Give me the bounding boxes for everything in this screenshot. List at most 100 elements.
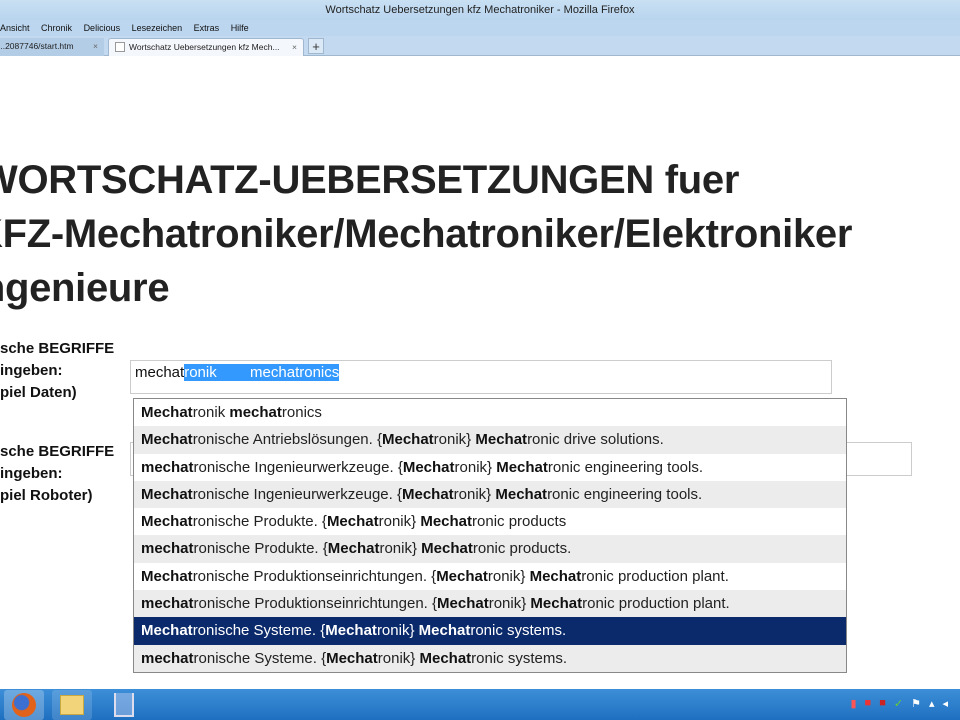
match-text: mechat bbox=[229, 404, 282, 421]
match-text: mechat bbox=[141, 595, 194, 613]
match-text: mechat bbox=[141, 458, 194, 476]
match-text: Mechat bbox=[141, 431, 193, 449]
suggestion-text: ronik} bbox=[376, 622, 419, 640]
match-text: Mechat bbox=[327, 540, 380, 558]
suggestion-text: ronische Antriebslösungen. { bbox=[192, 431, 382, 449]
suggestion-item[interactable]: Mechatronik mechatronics bbox=[134, 399, 846, 426]
match-text: Mechat bbox=[326, 649, 378, 667]
match-text: Mechat bbox=[529, 567, 582, 585]
tab-label: Wortschatz Uebersetzungen kfz Mech... bbox=[129, 42, 280, 52]
tab-bar: ...2087746/start.htm × Wortschatz Ueberse… bbox=[0, 36, 960, 56]
tab-wortschatz[interactable]: Wortschatz Uebersetzungen kfz Mech... × bbox=[108, 38, 304, 56]
match-text: Mechat bbox=[418, 622, 471, 640]
suggestion-text: ronic engineering tools. bbox=[547, 458, 704, 476]
suggestion-text: ronische Produktionseinrichtungen. { bbox=[192, 567, 437, 585]
match-text: Mechat bbox=[530, 595, 583, 613]
flag-icon[interactable]: ⚑ bbox=[911, 697, 921, 710]
typed-text: mechat bbox=[135, 364, 185, 381]
suggestion-text: ronic products bbox=[472, 513, 567, 531]
close-icon[interactable]: × bbox=[93, 38, 98, 54]
menu-hilfe[interactable]: Hilfe bbox=[231, 23, 249, 33]
menu-delicious[interactable]: Delicious bbox=[84, 23, 121, 33]
system-tray: ▮ ■ ■ ✓ ⚑ ▴ ◂ bbox=[850, 697, 948, 710]
match-text: Mechat bbox=[141, 567, 193, 585]
close-icon[interactable]: × bbox=[292, 39, 297, 55]
explorer-folder-icon[interactable] bbox=[52, 690, 92, 720]
firefox-icon[interactable] bbox=[4, 690, 44, 720]
label-line: sche BEGRIFFE bbox=[0, 340, 115, 357]
suggestion-text: ronik} bbox=[454, 458, 497, 476]
suggestion-text: ronik} bbox=[379, 540, 422, 558]
suggestion-text: ronik bbox=[192, 404, 230, 421]
suggestion-item[interactable]: Mechatronische Ingenieurwerkzeuge. {Mech… bbox=[134, 480, 846, 509]
tab-start[interactable]: ...2087746/start.htm × bbox=[0, 38, 104, 56]
suggestion-item[interactable]: mechatronische Produktionseinrichtungen.… bbox=[134, 590, 846, 618]
tab-label: ...2087746/start.htm bbox=[0, 41, 74, 51]
suggestion-text: ronik} bbox=[377, 649, 420, 667]
new-tab-button[interactable]: + bbox=[308, 38, 324, 54]
suggestion-text: ronische Produktionseinrichtungen. { bbox=[193, 595, 438, 613]
suggestion-item[interactable]: Mechatronische Systeme. {Mechatronik} Me… bbox=[134, 617, 846, 645]
taskbar: ▮ ■ ■ ✓ ⚑ ▴ ◂ bbox=[0, 689, 960, 720]
suggestion-text: ronische Systeme. { bbox=[193, 649, 327, 667]
suggestion-text: ronik} bbox=[453, 485, 496, 503]
label-line: sche BEGRIFFE bbox=[0, 443, 115, 460]
label-line: piel Roboter) bbox=[0, 487, 93, 504]
suggestion-text: ronische Ingenieurwerkzeuge. { bbox=[192, 485, 402, 503]
search-input-german[interactable]: mechatronik mechatronics bbox=[130, 360, 832, 394]
suggestion-text: ronic production plant. bbox=[582, 595, 730, 613]
suggestion-text: ronische Produkte. { bbox=[192, 513, 327, 531]
tray-update-icon[interactable]: ✓ bbox=[894, 697, 903, 710]
label-line: ingeben: bbox=[0, 465, 63, 482]
suggestion-item[interactable]: Mechatronische Antriebslösungen. {Mechat… bbox=[134, 426, 846, 454]
match-text: Mechat bbox=[402, 458, 455, 476]
menu-extras[interactable]: Extras bbox=[194, 23, 220, 33]
match-text: Mechat bbox=[401, 485, 454, 503]
recorder-app-icon[interactable] bbox=[104, 690, 144, 720]
match-text: Mechat bbox=[421, 540, 473, 558]
suggestion-text: ronic engineering tools. bbox=[547, 485, 703, 503]
page-title-line-1: WORTSCHATZ-UEBERSETZUNGEN fuer bbox=[0, 158, 740, 202]
suggestion-item[interactable]: mechatronische Produkte. {Mechatronik} M… bbox=[134, 535, 846, 563]
match-text: Mechat bbox=[419, 649, 472, 667]
suggestion-item[interactable]: Mechatronische Produkte. {Mechatronik} M… bbox=[134, 508, 846, 535]
field-label-1: sche BEGRIFFE ingeben: piel Daten) bbox=[0, 338, 114, 404]
tray-red-icon[interactable]: ■ bbox=[879, 697, 886, 710]
label-line: piel Daten) bbox=[0, 384, 77, 401]
tray-app-icon[interactable]: ▮ bbox=[850, 697, 856, 710]
match-text: mechat bbox=[141, 649, 194, 667]
suggestion-text: ronische Produkte. { bbox=[193, 540, 328, 558]
suggestion-item[interactable]: Mechatronische Produktionseinrichtungen.… bbox=[134, 563, 846, 590]
menu-chronik[interactable]: Chronik bbox=[41, 23, 72, 33]
match-text: Mechat bbox=[141, 404, 193, 421]
menu-lesezeichen[interactable]: Lesezeichen bbox=[132, 23, 183, 33]
match-text: Mechat bbox=[496, 458, 548, 476]
label-line: ingeben: bbox=[0, 362, 63, 379]
page-title-line-3: Ingenieure bbox=[0, 266, 170, 310]
match-text: Mechat bbox=[141, 513, 193, 531]
suggestion-text: ronik} bbox=[378, 513, 421, 531]
field-label-2: sche BEGRIFFE ingeben: piel Roboter) bbox=[0, 441, 114, 507]
match-text: Mechat bbox=[381, 431, 434, 449]
match-text: Mechat bbox=[436, 567, 488, 585]
acrobat-icon[interactable]: ■ bbox=[865, 697, 872, 710]
network-icon[interactable]: ▴ bbox=[929, 697, 935, 710]
suggestion-text: ronische Ingenieurwerkzeuge. { bbox=[193, 458, 403, 476]
window-title: Wortschatz Uebersetzungen kfz Mechatroni… bbox=[325, 4, 635, 16]
volume-icon[interactable]: ◂ bbox=[942, 697, 948, 710]
menu-ansicht[interactable]: Ansicht bbox=[0, 23, 30, 33]
match-text: Mechat bbox=[325, 622, 377, 640]
suggestion-item[interactable]: mechatronische Systeme. {Mechatronik} Me… bbox=[134, 644, 846, 672]
page-title-line-2: KFZ-Mechatroniker/Mechatroniker/Elektron… bbox=[0, 212, 853, 256]
match-text: Mechat bbox=[141, 622, 193, 640]
autocomplete-dropdown: Mechatronik mechatronics Mechatronische A… bbox=[133, 398, 847, 673]
match-text: Mechat bbox=[326, 513, 379, 531]
page-icon bbox=[115, 42, 125, 52]
suggestion-item[interactable]: mechatronische Ingenieurwerkzeuge. {Mech… bbox=[134, 454, 846, 481]
match-text: Mechat bbox=[420, 513, 473, 531]
suggestion-text: ronic systems. bbox=[471, 649, 568, 667]
match-text: Mechat bbox=[437, 595, 489, 613]
suggestion-text: ronic products. bbox=[472, 540, 572, 558]
match-text: Mechat bbox=[475, 431, 528, 449]
suggestion-text: ronic production plant. bbox=[581, 567, 729, 585]
